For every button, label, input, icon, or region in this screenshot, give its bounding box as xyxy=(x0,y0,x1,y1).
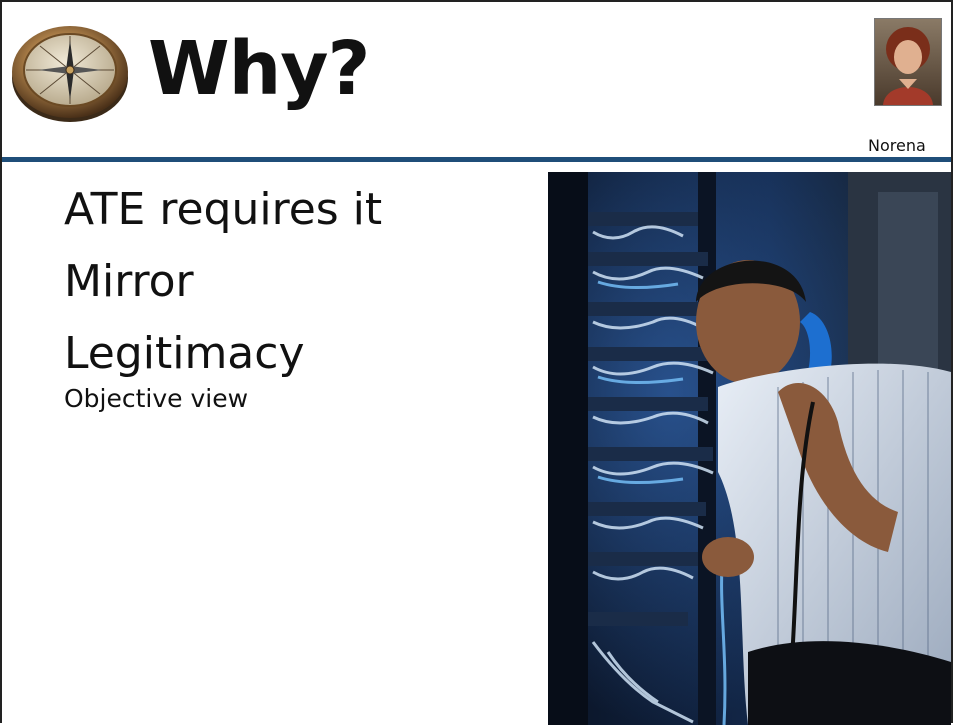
technician-server-rack-photo xyxy=(548,172,951,725)
bullet-item: ATE requires it xyxy=(64,184,383,235)
bullet-list: ATE requires it Mirror Legitimacy Object… xyxy=(64,184,524,414)
slide-header: Why? Norena xyxy=(2,2,951,162)
presenter-name: Norena xyxy=(868,136,926,155)
compass-icon xyxy=(12,26,128,122)
sub-bullet-item: Objective view xyxy=(64,384,249,413)
slide-title: Why? xyxy=(148,26,370,112)
bullet-item: Legitimacy xyxy=(64,328,305,379)
header-divider xyxy=(2,157,951,162)
bullet-item: Mirror xyxy=(64,256,194,307)
presenter-portrait xyxy=(874,18,942,106)
slide: Why? Norena ATE requires it Mirror Legit… xyxy=(0,0,953,725)
